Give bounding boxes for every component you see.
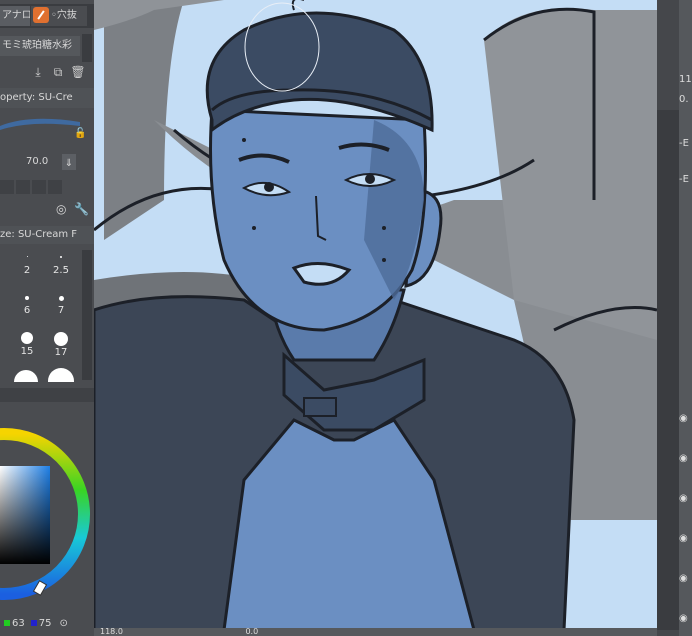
- size-option[interactable]: 2.5: [48, 256, 74, 276]
- blue-value: 75: [30, 612, 51, 636]
- download-icon[interactable]: ⤓: [30, 64, 46, 80]
- size-option[interactable]: 17: [48, 332, 74, 358]
- brush-size-grid: 2 2.5 6 7 15 17: [0, 248, 80, 382]
- opacity-row: 70.0 ⇓: [0, 152, 94, 172]
- tab-analog[interactable]: アナロ: [0, 6, 30, 26]
- size-option[interactable]: [48, 368, 74, 382]
- brush-size-title: ze: SU-Cream F: [0, 226, 94, 244]
- drawing-canvas[interactable]: [94, 0, 657, 630]
- size-option[interactable]: 6: [14, 296, 40, 316]
- layer-label: -E: [679, 138, 689, 149]
- color-wheel[interactable]: [0, 418, 94, 608]
- eye-icon[interactable]: ◉: [679, 614, 689, 624]
- size-label: 7: [57, 305, 65, 316]
- swatch[interactable]: [48, 180, 62, 194]
- size-label: 2.5: [53, 265, 69, 276]
- down-arrow-icon[interactable]: ⇓: [62, 154, 76, 170]
- tool-property-title: operty: SU-Cre: [0, 88, 94, 108]
- size-option[interactable]: 7: [48, 296, 74, 316]
- subtool-item[interactable]: モミ琥珀糖水彩: [0, 36, 80, 56]
- lock-icon[interactable]: 🔓: [74, 128, 86, 139]
- target-icon[interactable]: ◎: [56, 202, 66, 216]
- left-tool-panel: アナロ ◦穴抜 モミ琥珀糖水彩 ⤓ ⧉ 🗑 operty: SU-Cre 🔓 7…: [0, 0, 94, 636]
- tool-tab-bar: アナロ ◦穴抜: [0, 4, 94, 28]
- layer-label: -E: [679, 174, 689, 185]
- eye-icon[interactable]: ◉: [679, 414, 689, 424]
- right-value: 0.: [679, 94, 689, 105]
- color-value-bar: 63 75 ⊙: [0, 612, 94, 636]
- right-value: 11: [679, 74, 692, 85]
- subtool-scrollbar[interactable]: [82, 34, 92, 62]
- trash-icon[interactable]: 🗑: [70, 64, 86, 80]
- canvas-status-bar: 118.0 0.0: [94, 628, 657, 636]
- size-option[interactable]: [14, 370, 38, 382]
- size-option[interactable]: 2: [14, 256, 40, 276]
- size-option[interactable]: 15: [14, 332, 40, 357]
- eye-icon[interactable]: ◉: [679, 574, 689, 584]
- opacity-value[interactable]: 70.0: [26, 152, 48, 172]
- zoom-value[interactable]: 118.0: [100, 627, 123, 636]
- angle-value[interactable]: 0.0: [245, 627, 258, 636]
- size-label: 17: [54, 347, 68, 358]
- size-scrollbar[interactable]: [82, 250, 92, 380]
- subtool-actions: ⤓ ⧉ 🗑: [30, 64, 94, 82]
- size-footer-bar: [0, 388, 94, 402]
- color-mode-icon[interactable]: ⊙: [59, 612, 67, 636]
- pen-icon: [33, 7, 49, 23]
- eye-icon[interactable]: ◉: [679, 494, 689, 504]
- wrench-icon[interactable]: 🔧: [74, 202, 89, 216]
- tab-hole-fill[interactable]: ◦穴抜: [31, 6, 87, 26]
- size-label: 6: [23, 305, 31, 316]
- tab-hole-fill-label: ◦穴抜: [51, 10, 77, 21]
- swatch[interactable]: [16, 180, 30, 194]
- texture-swatches: [0, 180, 80, 196]
- green-value: 63: [4, 612, 25, 636]
- right-divider: [657, 110, 679, 630]
- eye-icon[interactable]: ◉: [679, 454, 689, 464]
- swatch[interactable]: [0, 180, 14, 194]
- stroke-preview: [0, 118, 80, 130]
- eye-icon[interactable]: ◉: [679, 534, 689, 544]
- duplicate-icon[interactable]: ⧉: [50, 64, 66, 80]
- right-panel: 11 0. -E -E ◉ ◉ ◉ ◉ ◉ ◉: [657, 0, 692, 636]
- size-label: 2: [23, 265, 31, 276]
- size-label: 15: [20, 346, 34, 357]
- swatch[interactable]: [32, 180, 46, 194]
